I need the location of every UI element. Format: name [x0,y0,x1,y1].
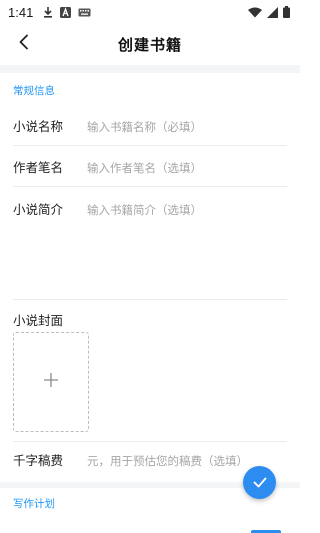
section-header-writing-plan: 写作计划 [13,498,55,510]
pen-name-row: 作者笔名 [13,150,287,187]
novel-name-label: 小说名称 [13,119,64,134]
pen-name-input[interactable] [87,160,287,176]
section-divider [0,65,300,73]
status-bar: 1:41 [0,0,300,24]
section-header-general: 常规信息 [13,85,55,97]
intro-textarea[interactable] [87,202,287,284]
chevron-left-icon [18,34,30,54]
pen-name-label: 作者笔名 [13,160,64,175]
confirm-fab[interactable] [243,466,276,499]
cover-label: 小说封面 [13,313,64,328]
price-label: 千字稿费 [13,453,64,468]
page-title: 创建书籍 [117,35,182,54]
back-button[interactable] [12,32,36,56]
check-icon [253,473,267,492]
intro-row: 小说简介 [13,192,287,300]
cover-upload-button[interactable] [13,332,89,432]
keyboard-icon [78,8,91,17]
status-time: 1:41 [8,4,34,20]
signal-icon [267,6,278,18]
plus-icon [43,372,59,392]
wifi-icon [248,7,262,18]
novel-name-input[interactable] [87,119,287,135]
battery-icon [283,6,290,18]
font-a-icon [60,6,72,18]
app-bar: 创建书籍 [0,24,300,64]
download-icon [43,6,53,18]
novel-name-row: 小说名称 [13,110,287,146]
intro-label: 小说简介 [13,202,64,217]
